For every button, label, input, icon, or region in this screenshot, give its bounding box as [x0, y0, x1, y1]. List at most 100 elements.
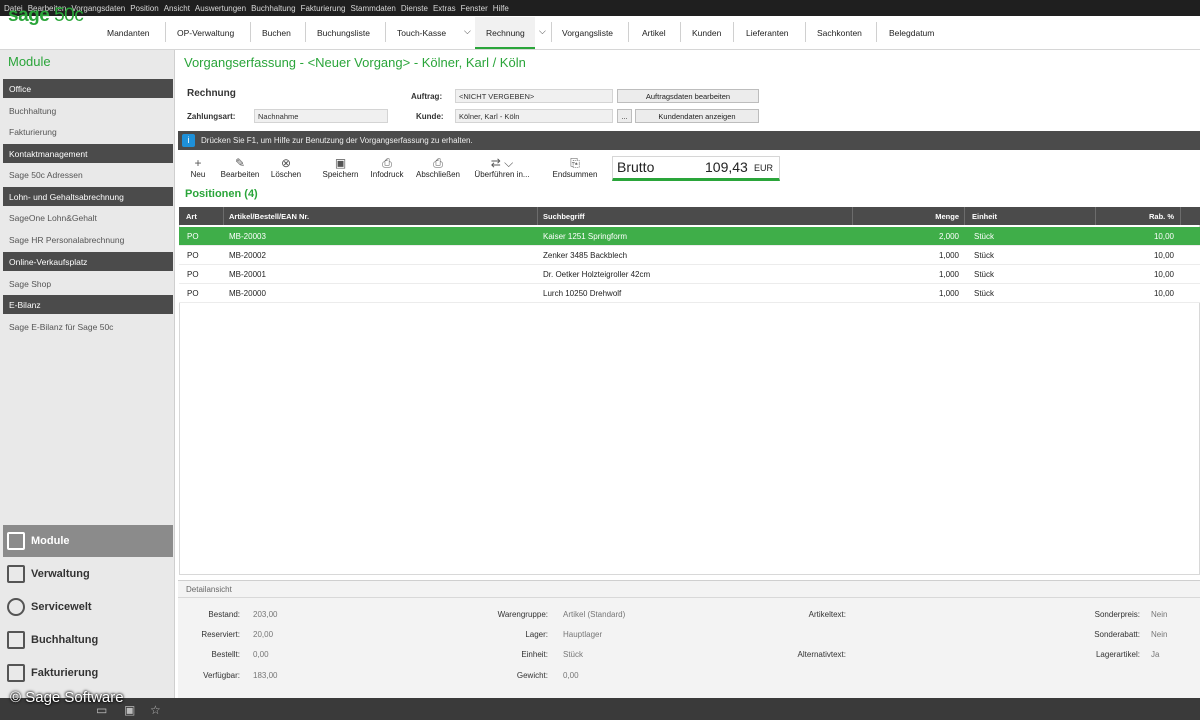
nav-buchungsliste[interactable]: Buchungsliste: [317, 28, 370, 38]
nav-divider: [385, 22, 386, 42]
module-icon: [7, 532, 25, 550]
col-art[interactable]: Art: [186, 212, 197, 221]
abschliessen-button[interactable]: ⎙ Abschließen: [412, 156, 464, 179]
nav-artikel[interactable]: Artikel: [642, 28, 666, 38]
grid-header: [179, 207, 1200, 225]
menu-buchhaltung[interactable]: Buchhaltung: [251, 4, 295, 13]
nav-touch-kasse[interactable]: Touch-Kasse: [397, 28, 446, 38]
menu-ansicht[interactable]: Ansicht: [164, 4, 190, 13]
auftrag-label: Auftrag:: [411, 92, 443, 101]
menu-fenster[interactable]: Fenster: [461, 4, 488, 13]
col-divider[interactable]: [223, 207, 224, 225]
speichern-button[interactable]: ▣ Speichern: [318, 156, 363, 179]
detail-value: 203,00: [253, 610, 278, 619]
cell-rabatt: 10,00: [1153, 232, 1174, 241]
detail-value: 20,00: [253, 630, 274, 639]
col-artikel-nr[interactable]: Artikel/Bestell/EAN Nr.: [229, 212, 309, 221]
col-menge[interactable]: Menge: [900, 212, 959, 221]
table-row[interactable]: PO MB-20001 Dr. Oetker Holzteigroller 42…: [179, 265, 1200, 284]
sidebar-item-sage-e-bilanz[interactable]: Sage E-Bilanz für Sage 50c: [9, 322, 113, 332]
cell-menge: 1,000: [938, 251, 959, 260]
infodruck-button[interactable]: ⎙ Infodruck: [367, 156, 407, 179]
nav-op-verwaltung[interactable]: OP-Verwaltung: [177, 28, 234, 38]
sidebar-group-online-verkaufsplatz[interactable]: Online-Verkaufsplatz: [3, 252, 173, 271]
sidebar-group-kontaktmanagement[interactable]: Kontaktmanagement: [3, 144, 173, 163]
neu-button[interactable]: + Neu: [186, 156, 210, 179]
table-row[interactable]: PO MB-20000 Lurch 10250 Drehwolf 1,000 S…: [179, 284, 1200, 303]
nav-sachkonten[interactable]: Sachkonten: [817, 28, 862, 38]
nav-kunden[interactable]: Kunden: [692, 28, 721, 38]
menu-stammdaten[interactable]: Stammdaten: [350, 4, 395, 13]
detail-label: Gewicht:: [516, 671, 548, 680]
edit-icon: ✎: [234, 156, 246, 170]
col-divider[interactable]: [964, 207, 965, 225]
menu-extras[interactable]: Extras: [433, 4, 456, 13]
globe-icon: [7, 598, 25, 616]
menu-fakturierung[interactable]: Fakturierung: [301, 4, 346, 13]
detail-label: Verfügbar:: [203, 671, 240, 680]
menu-dienste[interactable]: Dienste: [401, 4, 428, 13]
sidebar-module-button[interactable]: Module: [3, 525, 173, 557]
sidebar-servicewelt-button[interactable]: Servicewelt: [3, 591, 173, 623]
detail-value: Stück: [563, 650, 584, 659]
detail-value: Nein: [1151, 610, 1168, 619]
sidebar-fakturierung-button[interactable]: Fakturierung: [3, 657, 173, 689]
kundendaten-anzeigen-button[interactable]: Kundendaten anzeigen: [635, 109, 759, 123]
transfer-icon: ⇄ ⌵: [490, 156, 514, 170]
sidebar-group-lohn[interactable]: Lohn- und Gehaltsabrechnung: [3, 187, 173, 206]
nav-belegdatum[interactable]: Belegdatum: [889, 28, 934, 38]
menu-auswertungen[interactable]: Auswertungen: [195, 4, 246, 13]
sidebar-buchhaltung-button[interactable]: Buchhaltung: [3, 624, 173, 656]
sidebar-group-office[interactable]: Office: [3, 79, 173, 98]
cell-suchbegriff: Kaiser 1251 Springform: [543, 232, 628, 241]
loeschen-button[interactable]: ⊗ Löschen: [268, 156, 304, 179]
table-row[interactable]: PO MB-20002 Zenker 3485 Backblech 1,000 …: [179, 246, 1200, 265]
sidebar-verwaltung-button[interactable]: Verwaltung: [3, 558, 173, 590]
col-einheit[interactable]: Einheit: [972, 212, 997, 221]
sidebar-item-buchhaltung[interactable]: Buchhaltung: [9, 106, 56, 116]
chevron-down-icon[interactable]: ⌵: [539, 26, 546, 37]
col-divider[interactable]: [1095, 207, 1096, 225]
nav-lieferanten[interactable]: Lieferanten: [746, 28, 789, 38]
col-rabatt[interactable]: Rab. %: [1120, 212, 1174, 221]
sidebar-group-e-bilanz[interactable]: E-Bilanz: [3, 295, 173, 314]
kunde-lookup-button[interactable]: ...: [617, 109, 632, 123]
nav-divider: [805, 22, 806, 42]
cell-menge: 1,000: [938, 289, 959, 298]
sidebar-item-sage-adressen[interactable]: Sage 50c Adressen: [9, 170, 83, 180]
sidebar-item-sageone-lohn[interactable]: SageOne Lohn&Gehalt: [9, 213, 97, 223]
nav-mandanten[interactable]: Mandanten: [107, 28, 150, 38]
kunde-field[interactable]: Kölner, Karl - Köln: [455, 109, 613, 123]
window-icon[interactable]: ▣: [124, 703, 135, 717]
cell-suchbegriff: Dr. Oetker Holzteigroller 42cm: [543, 270, 651, 279]
star-icon[interactable]: ☆: [150, 703, 161, 717]
cell-artikel-nr: MB-20000: [229, 289, 266, 298]
page-title: Vorgangserfassung - <Neuer Vorgang> - Kö…: [184, 55, 526, 70]
cell-einheit: Stück: [974, 270, 995, 279]
auftrag-field[interactable]: <NICHT VERGEBEN>: [455, 89, 613, 103]
col-divider[interactable]: [852, 207, 853, 225]
zahlungsart-field[interactable]: Nachnahme: [254, 109, 388, 123]
nav-buchen[interactable]: Buchen: [262, 28, 291, 38]
menu-position[interactable]: Position: [130, 4, 158, 13]
ueberfuehren-button[interactable]: ⇄ ⌵ Überführen in...: [467, 156, 537, 179]
detail-label: Bestellt:: [211, 650, 240, 659]
sidebar-item-sage-hr[interactable]: Sage HR Personalabrechnung: [9, 235, 124, 245]
table-row[interactable]: PO MB-20003 Kaiser 1251 Springform 2,000…: [179, 227, 1200, 246]
nav-divider: [551, 22, 552, 42]
cell-art: PO: [187, 251, 199, 260]
auftragsdaten-bearbeiten-button[interactable]: Auftragsdaten bearbeiten: [617, 89, 759, 103]
nav-vorgangsliste[interactable]: Vorgangsliste: [562, 28, 613, 38]
sidebar-item-fakturierung[interactable]: Fakturierung: [9, 127, 57, 137]
col-divider[interactable]: [537, 207, 538, 225]
detail-title: Detailansicht: [186, 585, 232, 594]
menu-hilfe[interactable]: Hilfe: [493, 4, 509, 13]
sidebar-item-sage-shop[interactable]: Sage Shop: [9, 279, 51, 289]
chevron-down-icon[interactable]: ⌵: [464, 26, 471, 37]
nav-rechnung[interactable]: Rechnung: [486, 28, 525, 38]
bearbeiten-button[interactable]: ✎ Bearbeiten: [217, 156, 263, 179]
col-suchbegriff[interactable]: Suchbegriff: [543, 212, 585, 221]
plus-icon: +: [194, 156, 202, 170]
col-divider[interactable]: [1180, 207, 1181, 225]
endsummen-button[interactable]: ⎘ Endsummen: [548, 156, 602, 179]
